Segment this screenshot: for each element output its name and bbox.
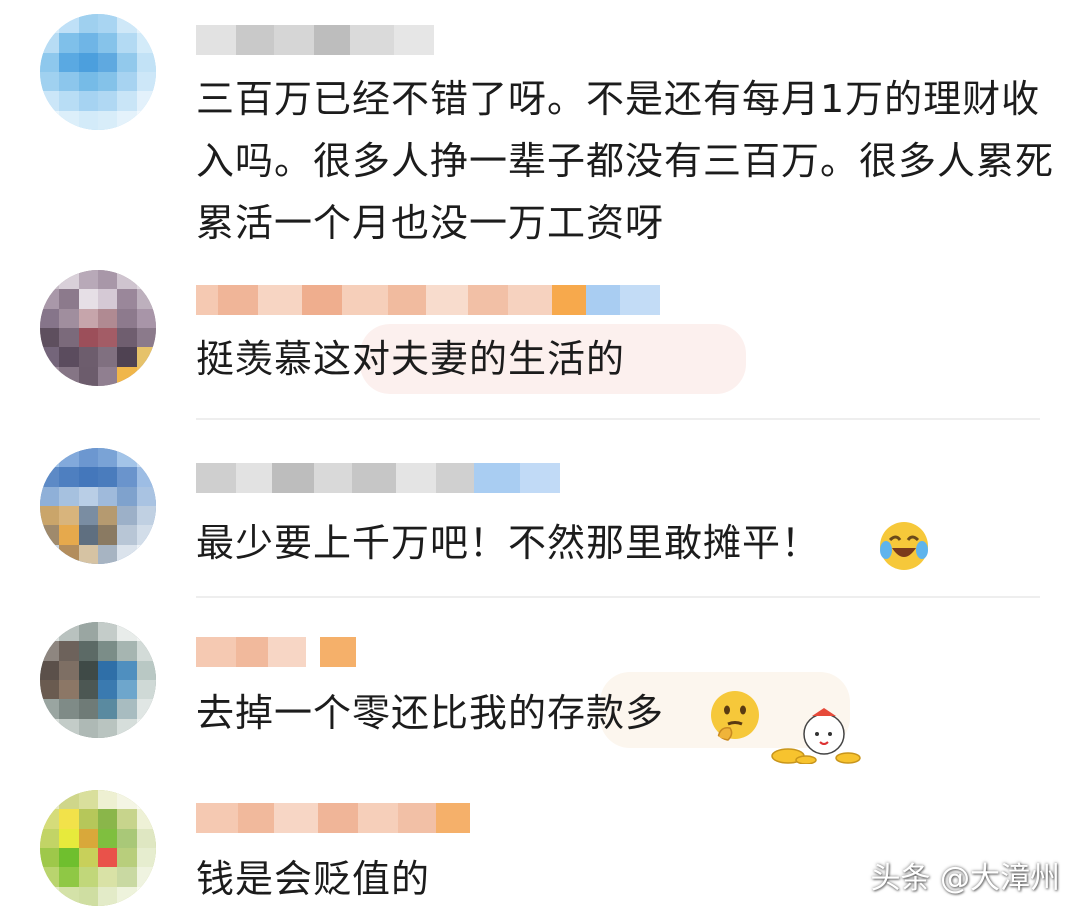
avatar[interactable] xyxy=(40,790,156,906)
avatar[interactable] xyxy=(40,622,156,738)
comment-divider xyxy=(196,418,1040,420)
fortune-mascot-sticker-icon xyxy=(771,708,861,764)
comment-text: 去掉一个零还比我的存款多 xyxy=(196,682,664,744)
comment-text: 三百万已经不错了呀。不是还有每月1万的理财收入吗。很多人挣一辈子都没有三百万。很… xyxy=(196,77,1055,245)
username-blurred[interactable] xyxy=(196,632,356,672)
comment-text-content: 最少要上千万吧！不然那里敢摊平！ xyxy=(196,521,821,565)
comment-text-content: 去掉一个零还比我的存款多 xyxy=(196,691,665,735)
watermark: 头条 @大漳州 xyxy=(870,861,1060,896)
username-blurred[interactable] xyxy=(196,798,470,838)
avatar[interactable] xyxy=(40,448,156,564)
laughing-crying-face-icon xyxy=(880,522,928,570)
avatar[interactable] xyxy=(40,14,156,130)
avatar[interactable] xyxy=(40,270,156,386)
username-blurred[interactable] xyxy=(196,20,434,60)
username-blurred[interactable] xyxy=(196,280,660,320)
comment-text: 钱是会贬值的 xyxy=(196,857,431,901)
comment-text: 挺羡慕这对夫妻的生活的 xyxy=(196,337,626,381)
thinking-face-icon xyxy=(711,691,759,741)
comment-text: 最少要上千万吧！不然那里敢摊平！ xyxy=(196,512,820,574)
username-blurred[interactable] xyxy=(196,458,560,498)
comment-divider xyxy=(196,596,1040,598)
